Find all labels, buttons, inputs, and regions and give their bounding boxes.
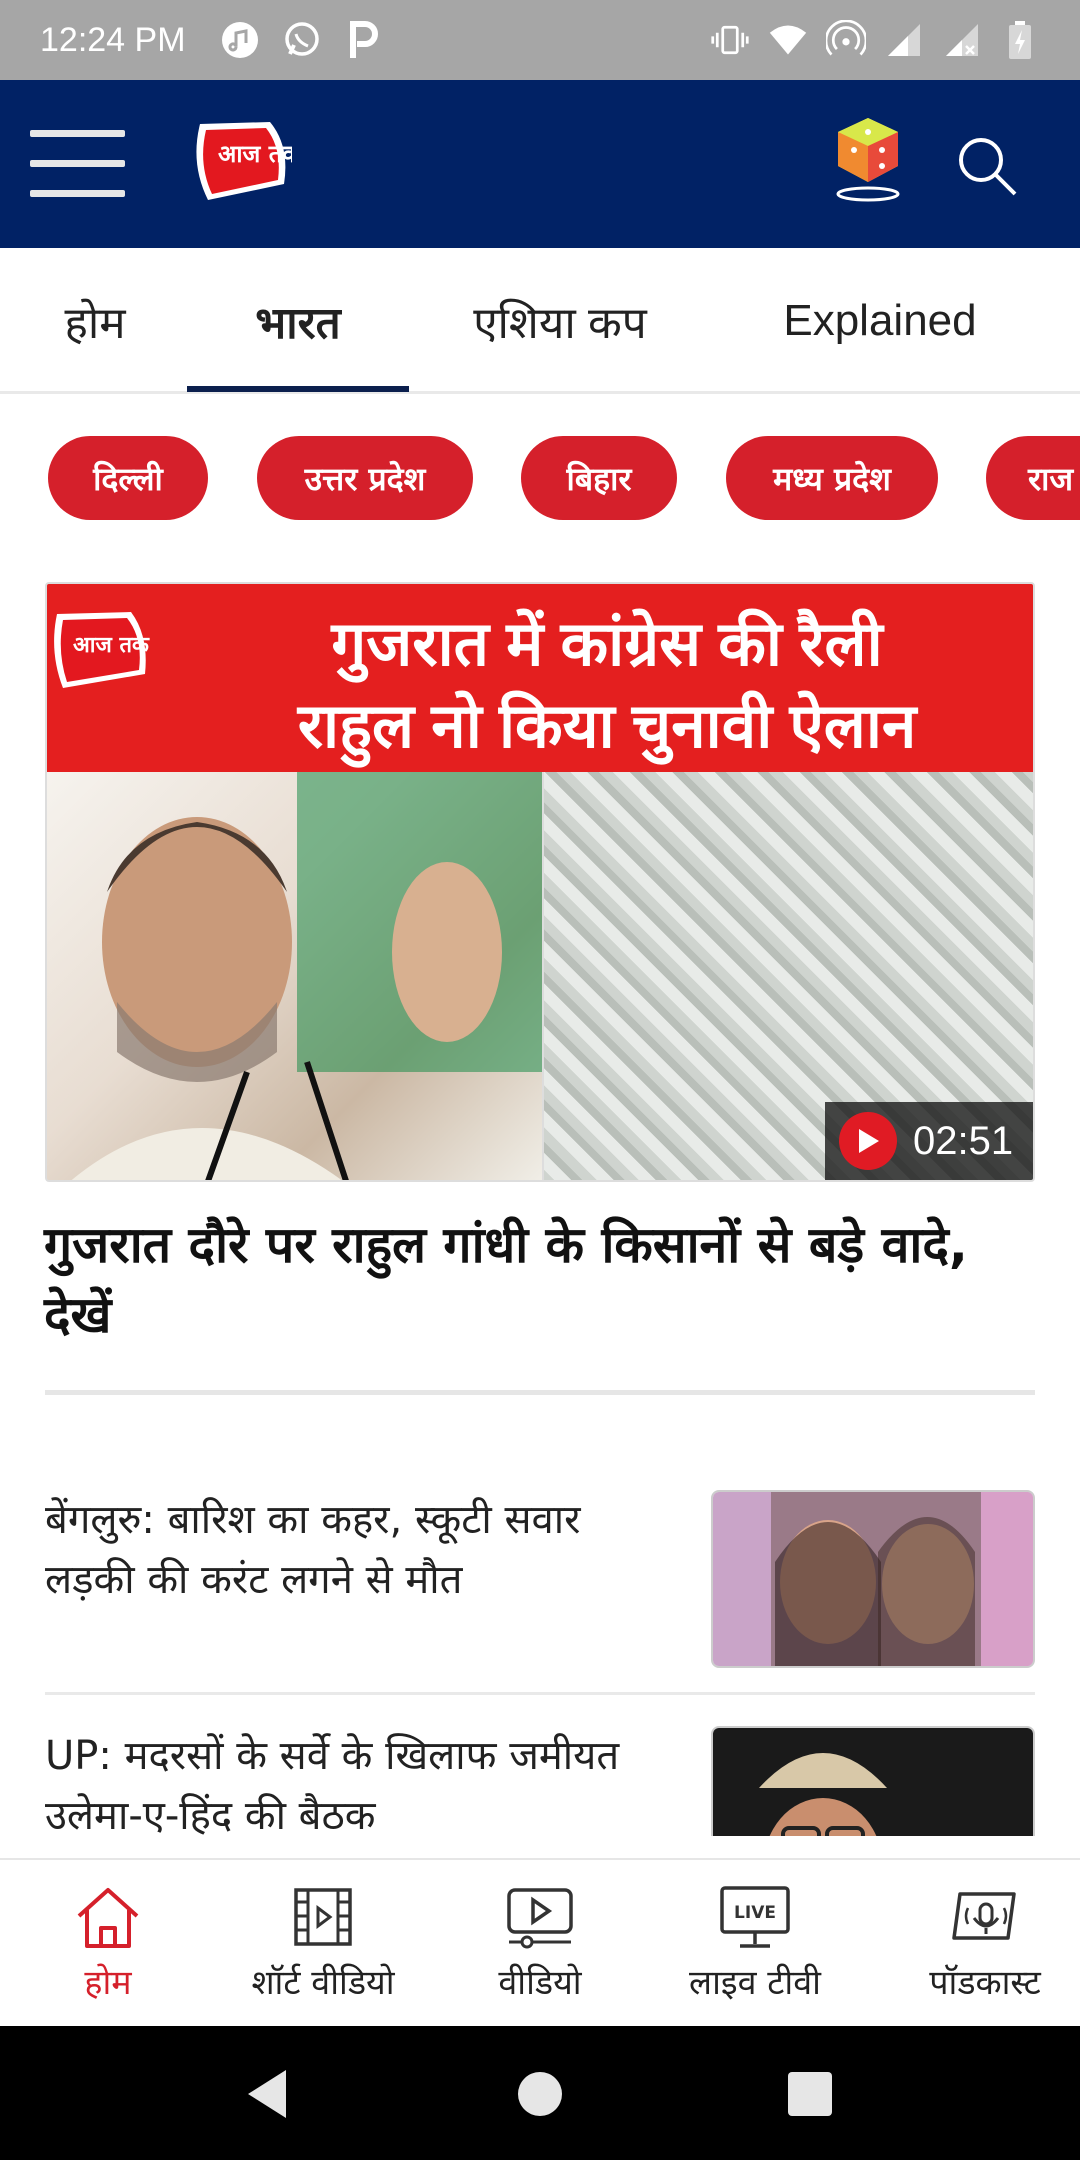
nav-video-label: वीडियो bbox=[498, 1963, 582, 2003]
system-navigation-bar bbox=[0, 2026, 1080, 2160]
list-item[interactable]: बेंगलुरु: बारिश का कहर, स्कूटी सवार लड़क… bbox=[45, 1490, 1035, 1670]
nav-podcast[interactable]: पॉडकास्ट bbox=[900, 1860, 1070, 2028]
hero-aaj-tak-logo: आज तक bbox=[49, 608, 153, 698]
story-thumbnail[interactable] bbox=[711, 1726, 1035, 1836]
status-bar: 12:24 PM bbox=[0, 0, 1080, 80]
signal-no-data-icon bbox=[942, 20, 982, 60]
state-chips: दिल्ली उत्तर प्रदेश बिहार मध्य प्रदेश रा… bbox=[0, 394, 1080, 544]
hotspot-icon bbox=[826, 20, 866, 60]
tab-asia-cup[interactable]: एशिया कप bbox=[440, 248, 680, 394]
hero-banner: आज तक गुजरात में कांग्रेस की रैली राहुल … bbox=[47, 584, 1033, 772]
nav-live-tv-label: लाइव टीवी bbox=[689, 1963, 821, 2003]
nav-video[interactable]: वीडियो bbox=[480, 1860, 600, 2028]
vibrate-icon bbox=[710, 20, 750, 60]
story-headline[interactable]: UP: मदरसों के सर्वे के खिलाफ जमीयत उलेमा… bbox=[45, 1726, 665, 1836]
section-divider bbox=[45, 1390, 1035, 1395]
wifi-icon bbox=[768, 20, 808, 60]
aaj-tak-logo[interactable]: आज तक bbox=[186, 116, 302, 212]
music-icon bbox=[220, 20, 260, 60]
logo-text: आज तक bbox=[218, 140, 292, 168]
hero-logo-text: आज तक bbox=[73, 633, 150, 658]
dice-game-icon[interactable] bbox=[832, 114, 904, 204]
story-thumbnail[interactable] bbox=[711, 1490, 1035, 1668]
list-item[interactable]: UP: मदरसों के सर्वे के खिलाफ जमीयत उलेमा… bbox=[45, 1726, 1035, 1836]
back-icon[interactable] bbox=[238, 2064, 298, 2124]
nav-short-video[interactable]: शॉर्ट वीडियो bbox=[238, 1860, 408, 2028]
video-duration-badge: 02:51 bbox=[825, 1102, 1033, 1180]
nav-home[interactable]: होम bbox=[48, 1860, 168, 2028]
chip-madhya-pradesh[interactable]: मध्य प्रदेश bbox=[726, 436, 938, 520]
battery-icon bbox=[1000, 20, 1040, 60]
film-icon bbox=[294, 1888, 352, 1946]
nav-short-video-label: शॉर्ट वीडियो bbox=[251, 1963, 395, 2003]
live-tv-icon: LIVE bbox=[720, 1886, 790, 1948]
home-icon bbox=[77, 1888, 139, 1948]
list-divider bbox=[45, 1692, 1035, 1695]
live-badge-text: LIVE bbox=[734, 1903, 776, 1923]
app-header: आज तक bbox=[0, 80, 1080, 248]
hero-video-card[interactable]: आज तक गुजरात में कांग्रेस की रैली राहुल … bbox=[45, 582, 1035, 1182]
nav-podcast-label: पॉडकास्ट bbox=[929, 1963, 1041, 2003]
chip-bihar[interactable]: बिहार bbox=[521, 436, 677, 520]
bottom-navigation: होम शॉर्ट वीडियो वीडियो LIVE लाइव टीवी प… bbox=[0, 1858, 1080, 2026]
hero-banner-line-2: राहुल नो किया चुनावी ऐलान bbox=[297, 692, 917, 761]
tab-explained[interactable]: Explained bbox=[740, 248, 1020, 394]
nav-home-label: होम bbox=[84, 1963, 132, 2003]
play-icon[interactable] bbox=[839, 1112, 897, 1170]
video-icon bbox=[507, 1888, 573, 1949]
status-notification-icons bbox=[220, 20, 384, 60]
whatsapp-icon bbox=[282, 20, 322, 60]
nav-live-tv[interactable]: LIVE लाइव टीवी bbox=[680, 1860, 830, 2028]
tab-active-indicator bbox=[187, 386, 409, 392]
home-button-icon[interactable] bbox=[510, 2064, 570, 2124]
tab-home[interactable]: होम bbox=[40, 248, 150, 394]
category-tabs: होम भारत एशिया कप Explained bbox=[0, 248, 1080, 394]
podcast-icon bbox=[952, 1892, 1016, 1940]
video-duration: 02:51 bbox=[913, 1118, 1014, 1163]
story-headline[interactable]: बेंगलुरु: बारिश का कहर, स्कूटी सवार लड़क… bbox=[45, 1490, 665, 1610]
hero-headline[interactable]: गुजरात दौरे पर राहुल गांधी के किसानों से… bbox=[44, 1210, 1034, 1350]
signal-icon bbox=[884, 20, 924, 60]
status-system-icons bbox=[710, 20, 1040, 60]
recents-icon[interactable] bbox=[780, 2064, 840, 2124]
hero-banner-line-1: गुजरात में कांग्रेस की रैली bbox=[331, 610, 883, 679]
p-app-icon bbox=[344, 20, 384, 60]
menu-icon[interactable] bbox=[30, 128, 125, 200]
hero-image-speaker bbox=[47, 772, 542, 1180]
status-time: 12:24 PM bbox=[40, 20, 186, 59]
chip-uttar-pradesh[interactable]: उत्तर प्रदेश bbox=[257, 436, 473, 520]
chip-rajasthan[interactable]: राज bbox=[986, 436, 1080, 520]
tab-bharat[interactable]: भारत bbox=[187, 248, 409, 394]
chip-delhi[interactable]: दिल्ली bbox=[48, 436, 208, 520]
search-icon[interactable] bbox=[955, 134, 1019, 198]
